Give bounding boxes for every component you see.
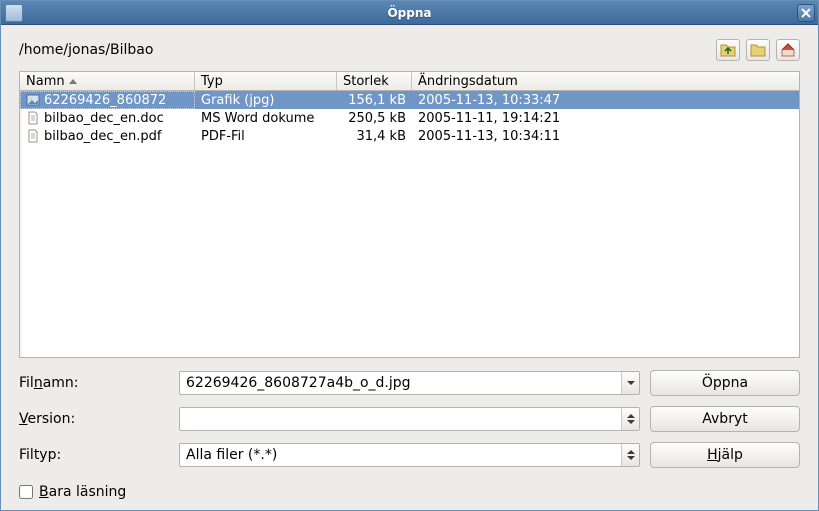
version-accel: V (19, 411, 28, 427)
version-spin-button[interactable] (621, 408, 639, 430)
file-row[interactable]: bilbao_dec_en.doc MS Word dokume250,5 kB2… (20, 109, 799, 127)
new-folder-button[interactable] (746, 39, 770, 61)
file-open-dialog: Öppna /home/jonas/Bilbao (0, 0, 819, 511)
filetype-spin-button[interactable] (621, 444, 639, 466)
col-type-label: Typ (201, 74, 223, 89)
file-name: bilbao_dec_en.doc (44, 111, 164, 126)
file-type-cell: MS Word dokume (195, 109, 337, 127)
file-name: 62269426_860872 (44, 93, 166, 108)
open-button[interactable]: Öppna (650, 370, 800, 396)
col-type-header[interactable]: Typ (195, 72, 337, 90)
col-size-label: Storlek (343, 74, 389, 89)
version-value (180, 408, 621, 430)
help-button[interactable]: Hjälp (650, 442, 800, 468)
chevron-down-icon (627, 381, 635, 385)
readonly-label: Bara läsning (39, 484, 126, 500)
file-name: bilbao_dec_en.pdf (44, 129, 162, 144)
filename-dropdown-button[interactable] (621, 372, 639, 394)
col-date-label: Ändringsdatum (418, 74, 518, 89)
file-row[interactable]: 62269426_860872 Grafik (jpg)156,1 kB2005-… (20, 91, 799, 109)
sort-ascending-icon (69, 79, 77, 84)
close-icon (801, 8, 811, 18)
version-combo[interactable] (179, 407, 640, 431)
chevron-down-icon (627, 456, 635, 460)
document-file-icon (26, 111, 40, 125)
document-file-icon (26, 129, 40, 143)
file-date-cell: 2005-11-11, 19:14:21 (412, 109, 799, 127)
filename-input[interactable] (180, 372, 621, 394)
readonly-checkbox[interactable] (19, 485, 33, 499)
open-button-label: Öppna (702, 375, 748, 391)
titlebar[interactable]: Öppna (1, 1, 818, 25)
window-title: Öppna (1, 6, 818, 20)
file-row[interactable]: bilbao_dec_en.pdf PDF-Fil31,4 kB2005-11-1… (20, 127, 799, 145)
file-size-cell: 31,4 kB (337, 127, 412, 145)
file-name-cell: bilbao_dec_en.doc (20, 109, 195, 127)
folder-up-icon (720, 42, 736, 58)
col-date-header[interactable]: Ändringsdatum (412, 72, 799, 90)
version-label: Version: (19, 411, 169, 427)
col-name-label: Namn (26, 74, 65, 89)
cancel-button[interactable]: Avbryt (650, 406, 800, 432)
filename-accel: n (34, 375, 43, 391)
file-date-cell: 2005-11-13, 10:34:11 (412, 127, 799, 145)
filetype-value: Alla filer (*.*) (180, 444, 621, 466)
dialog-content: /home/jonas/Bilbao (1, 25, 818, 510)
filename-combo[interactable] (179, 371, 640, 395)
app-icon (5, 4, 23, 22)
readonly-accel: B (39, 484, 49, 500)
file-name-cell: bilbao_dec_en.pdf (20, 127, 195, 145)
image-file-icon (26, 93, 40, 107)
chevron-down-icon (627, 420, 635, 424)
close-button[interactable] (797, 4, 815, 22)
filetype-label: Filtyp: (19, 447, 169, 463)
cancel-button-label: Avbryt (702, 411, 747, 427)
file-list[interactable]: Namn Typ Storlek Ändringsdatum 62269426_… (19, 71, 800, 358)
column-headers: Namn Typ Storlek Ändringsdatum (20, 72, 799, 91)
file-type-cell: Grafik (jpg) (195, 91, 337, 109)
chevron-up-icon (627, 450, 635, 454)
help-accel: H (707, 447, 718, 463)
file-size-cell: 156,1 kB (337, 91, 412, 109)
up-folder-button[interactable] (716, 39, 740, 61)
file-size-cell: 250,5 kB (337, 109, 412, 127)
filename-label: Filnamn: (19, 375, 169, 391)
current-path: /home/jonas/Bilbao (19, 42, 716, 58)
file-type-cell: PDF-Fil (195, 127, 337, 145)
chevron-up-icon (627, 414, 635, 418)
readonly-label-rest: ara läsning (49, 484, 127, 500)
readonly-row: Bara läsning (19, 484, 800, 500)
file-body: 62269426_860872 Grafik (jpg)156,1 kB2005-… (20, 91, 799, 357)
file-name-cell: 62269426_860872 (20, 91, 195, 109)
filetype-combo[interactable]: Alla filer (*.*) (179, 443, 640, 467)
home-button[interactable] (776, 39, 800, 61)
folder-icon (750, 42, 766, 58)
col-size-header[interactable]: Storlek (337, 72, 412, 90)
col-name-header[interactable]: Namn (20, 72, 195, 90)
file-date-cell: 2005-11-13, 10:33:47 (412, 91, 799, 109)
home-icon (780, 42, 796, 58)
